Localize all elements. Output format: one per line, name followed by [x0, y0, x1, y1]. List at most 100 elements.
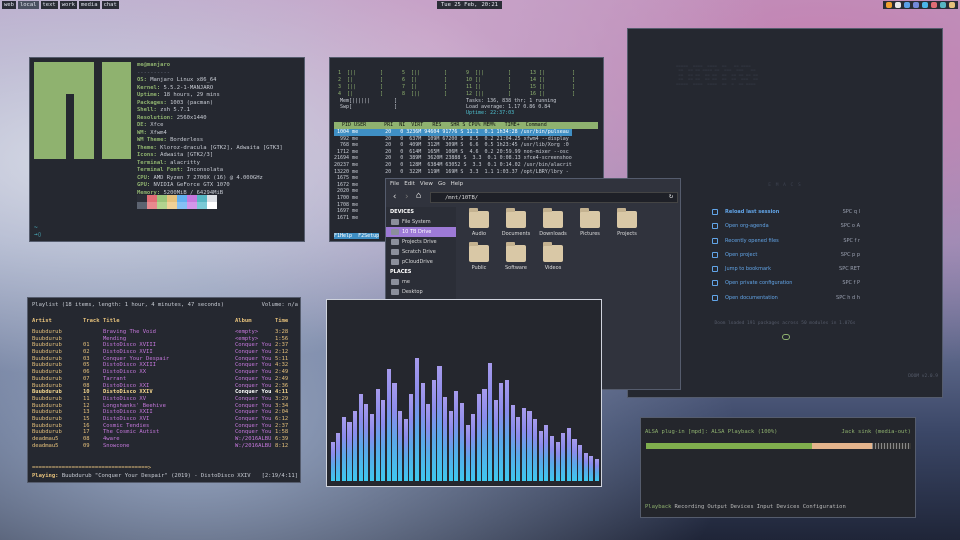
process-row[interactable]: 21694 me 20 0 389M 3620M 23888 S 3.3 0.1… [334, 155, 572, 162]
color-swatch [187, 195, 197, 202]
menu-view[interactable]: View [420, 179, 433, 189]
refresh-icon[interactable]: ↻ [669, 192, 673, 200]
workspace-web[interactable]: web [2, 1, 16, 9]
track-row[interactable]: Buubdurub 12 Longshanks' Beehive Conquer Yo… [32, 403, 298, 410]
track-row[interactable]: deadmau5 08 4ware W:/2016ALBU 6:39 [32, 436, 298, 443]
tab-configuration[interactable]: Configuration [803, 504, 846, 510]
track-row[interactable]: Buubdurub 17 The Cosmic Autist Conquer You 1… [32, 429, 298, 436]
process-table-header[interactable]: PID USER PRI NI VIRT RES SHR S CPU% MEM%… [334, 122, 598, 129]
menu-file[interactable]: File [390, 179, 399, 189]
discord-icon[interactable] [913, 2, 919, 8]
sidebar-device-item[interactable]: 10 TB Drive [386, 227, 456, 237]
track-title: Longshanks' Beehive [103, 402, 166, 409]
dashboard-item[interactable]: Reload last session SPC q l [712, 205, 860, 219]
track-album: W:/2016ALBU [235, 436, 272, 442]
cmus-player[interactable]: Playlist (18 items, length: 1 hour, 4 mi… [27, 297, 301, 483]
dashboard-item[interactable]: Jump to bookmark SPC RET [712, 262, 860, 276]
spectrum-bar [443, 397, 448, 481]
process-row[interactable]: 1712 me 20 0 614M 165M 106M S 4.6 0.2 20… [334, 149, 572, 156]
sidebar-device-item[interactable]: Scratch Drive [386, 247, 456, 257]
track-artist: Buubdurub [32, 409, 62, 416]
track-row[interactable]: Buubdurub 13 DistoDisco XXII Conquer You 2:0… [32, 409, 298, 416]
menu-go[interactable]: Go [438, 179, 446, 189]
sidebar-device-item[interactable]: pCloudDrive [386, 257, 456, 267]
progress-bar[interactable]: ===================================> [32, 465, 151, 471]
info-key: CPU: [137, 174, 151, 181]
track-album: Conquer You [235, 342, 272, 349]
notification-icon[interactable] [886, 2, 892, 8]
mail-icon[interactable] [931, 2, 937, 8]
dashboard-item[interactable]: Recently opened files SPC f r [712, 234, 860, 248]
spectrum-bar [336, 433, 341, 481]
track-row[interactable]: deadmau5 09 Snowcone W:/2016ALBU 8:12 [32, 443, 298, 450]
track-list[interactable]: Buubdurub Braving The Void <empty> 3:28 Buub… [32, 329, 298, 449]
track-row[interactable]: Buubdurub Mending <empty> 1:56 [32, 336, 298, 343]
dashboard-item[interactable]: Open documentation SPC h d h [712, 291, 860, 305]
tab-recording[interactable]: Recording [675, 504, 705, 510]
track-row[interactable]: Buubdurub 07 Tarrant Conquer You 2:49 [32, 376, 298, 383]
workspace-work[interactable]: work [59, 1, 77, 9]
alsamixer-window[interactable]: ALSA plug-in [mpd]: ALSA Playback (100%)… [640, 417, 916, 518]
track-row[interactable]: Buubdurub 01 DistoDisco XVIII Conquer You 2:… [32, 342, 298, 349]
tab-output-devices[interactable]: Output Devices [707, 504, 753, 510]
track-row[interactable]: Buubdurub 03 Conquer Your Despair Conquer Y… [32, 356, 298, 363]
back-icon[interactable]: ‹ [392, 192, 397, 202]
folder-icon [543, 208, 563, 228]
folder-label: Audio [471, 231, 487, 237]
workspace-text[interactable]: text [40, 1, 58, 9]
track-row[interactable]: Buubdurub 06 DistoDisco XX Conquer You 2:49 [32, 369, 298, 376]
forward-icon[interactable]: › [404, 192, 409, 202]
folder-item[interactable]: Projects [608, 208, 646, 251]
process-row[interactable]: 992 me 20 0 637M 109M 67200 S 8.5 0.2 21… [334, 136, 572, 143]
sidebar-device-item[interactable]: File System [386, 217, 456, 227]
track-row[interactable]: Buubdurub 08 DistoDisco XXI Conquer You 2:36 [32, 383, 298, 390]
folder-item[interactable]: Public [460, 242, 498, 285]
app-icon[interactable] [895, 2, 901, 8]
spectrum-bar [353, 411, 358, 481]
dashboard-item-label: Open private configuration [725, 280, 793, 287]
track-row[interactable]: Buubdurub 11 DistoDisco XV Conquer You 3:29 [32, 396, 298, 403]
track-row[interactable]: Buubdurub Braving The Void <empty> 3:28 [32, 329, 298, 336]
dashboard-item[interactable]: Open project SPC p p [712, 248, 860, 262]
workspace-local[interactable]: local [17, 1, 39, 9]
dashboard-item[interactable]: Open private configuration SPC f P [712, 276, 860, 290]
track-row[interactable]: Buubdurub 15 DistoDisco XVI Conquer You 6:12 [32, 416, 298, 423]
workspace-chat[interactable]: chat [101, 1, 119, 9]
track-row[interactable]: Buubdurub 16 Cosmic Tendies Conquer You 2:37 [32, 423, 298, 430]
power-icon[interactable] [949, 2, 955, 8]
sidebar-place-item[interactable]: Desktop [386, 287, 456, 297]
track-time: 6:39 [275, 436, 289, 442]
tab-input-devices[interactable]: Input Devices [757, 504, 800, 510]
process-row[interactable]: 1004 me 20 0 3236M 94604 91776 S 11.1 0.… [334, 129, 572, 136]
process-row[interactable]: 13220 me 20 0 322M 119M 169M S 3.3 1.1 1… [334, 169, 572, 176]
dashboard-item[interactable]: Open org-agenda SPC o A [712, 219, 860, 233]
folder-item[interactable]: Videos [534, 242, 572, 285]
menu-edit[interactable]: Edit [404, 179, 415, 189]
folder-item[interactable]: Pictures [571, 208, 609, 251]
prompt-cursor[interactable]: →▯ [34, 231, 41, 238]
workspace-media[interactable]: media [79, 1, 100, 9]
spectrum-bar [578, 444, 583, 481]
track-artist: Buubdurub [32, 415, 62, 422]
info-line: Packages: 1003 (pacman) [137, 100, 283, 108]
network-icon[interactable] [904, 2, 910, 8]
folder-item[interactable]: Software [497, 242, 535, 285]
menu-help[interactable]: Help [451, 179, 464, 189]
track-row[interactable]: Buubdurub 02 DistoDisco XVII Conquer You 2:1… [32, 349, 298, 356]
clock[interactable]: Tue 25 Feb, 20:21 [437, 1, 502, 9]
location-bar[interactable]: /mnt/10TB/ [430, 192, 678, 203]
process-row[interactable]: 768 me 20 0 409M 312M 309M S 6.6 0.5 1h2… [334, 142, 572, 149]
process-row[interactable]: 20237 me 20 0 128M 6384M 63052 S 3.3 0.1… [334, 162, 572, 169]
volume-meter[interactable] [646, 443, 911, 449]
track-row[interactable]: Buubdurub 10 DistoDisco XXIV Conquer You 4:1… [32, 389, 298, 396]
sidebar-place-item[interactable]: me [386, 277, 456, 287]
track-row[interactable]: Buubdurub 05 DistoDisco XXIII Conquer You 4:… [32, 362, 298, 369]
cpu-meter: 7 [| ] [402, 84, 448, 90]
tab-playback[interactable]: Playback [645, 504, 672, 510]
steam-icon[interactable] [922, 2, 928, 8]
function-keys[interactable]: F1Help F2Setup [334, 233, 380, 239]
neofetch-terminal[interactable]: me@manjaro ---------- OS: Manjaro Linux … [29, 57, 305, 242]
volume-icon[interactable] [940, 2, 946, 8]
sidebar-device-item[interactable]: Projects Drive [386, 237, 456, 247]
home-icon[interactable]: ⌂ [416, 191, 421, 201]
